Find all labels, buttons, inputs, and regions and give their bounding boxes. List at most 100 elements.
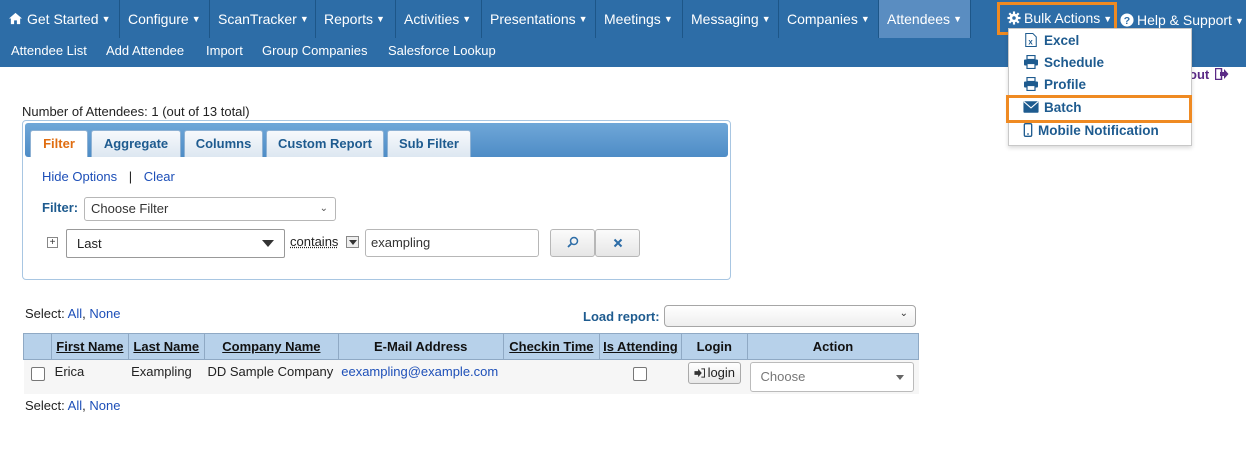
- help-label: Help & Support: [1137, 12, 1232, 28]
- nav-attendees[interactable]: Attendees ▼: [879, 0, 971, 38]
- caret-down-icon: ▼: [1103, 14, 1113, 24]
- bulk-actions-label: Bulk Actions: [1024, 10, 1101, 26]
- nav-label: Meetings: [604, 11, 661, 27]
- cell-last-name: Exampling: [128, 359, 205, 394]
- subnav-salesforce-lookup[interactable]: Salesforce Lookup: [388, 38, 496, 66]
- caret-down-icon: ▼: [761, 14, 771, 24]
- caret-down-icon: ▼: [376, 14, 385, 24]
- cell-login: login: [681, 359, 748, 394]
- action-select[interactable]: Choose: [750, 362, 915, 392]
- caret-down-icon: ▼: [1234, 16, 1244, 26]
- tab-bar: Filter Aggregate Columns Custom Report S…: [25, 123, 728, 157]
- gear-icon: [1007, 11, 1021, 25]
- caret-down-icon: ▼: [299, 14, 309, 24]
- hide-options-link[interactable]: Hide Options: [42, 169, 117, 184]
- bulk-mobile-label: Mobile Notification: [1038, 123, 1159, 138]
- attending-checkbox[interactable]: [633, 367, 648, 381]
- select-all-link[interactable]: All: [68, 398, 82, 413]
- bulk-actions-dropdown: x Excel Schedule Profile Batch Mobile Not…: [1008, 28, 1192, 146]
- remove-filter-button[interactable]: [595, 229, 640, 257]
- caret-down-icon: ▼: [953, 14, 962, 24]
- nav-label: Messaging: [691, 11, 759, 27]
- field-select[interactable]: Last: [66, 229, 285, 258]
- home-icon: [9, 12, 22, 25]
- question-icon: ?: [1120, 13, 1134, 27]
- row-select-cell: [23, 359, 52, 394]
- email-link[interactable]: eexampling@example.com: [341, 364, 498, 379]
- row-checkbox[interactable]: [30, 367, 45, 381]
- tab-custom-report[interactable]: Custom Report: [266, 130, 384, 157]
- filter-value-input[interactable]: exampling: [365, 229, 539, 257]
- nav-configure[interactable]: Configure ▼: [120, 0, 210, 38]
- mobile-icon: [1023, 123, 1033, 137]
- operator-label[interactable]: contains: [290, 234, 338, 249]
- sign-in-icon: [694, 368, 705, 378]
- bulk-profile[interactable]: Profile: [1023, 75, 1086, 95]
- search-button[interactable]: [550, 229, 595, 257]
- nav-scantracker[interactable]: ScanTracker ▼: [210, 0, 316, 38]
- logout-label: out: [1189, 67, 1210, 82]
- attendee-count: Number of Attendees: 1 (out of 13 total): [22, 104, 250, 119]
- nav-meetings[interactable]: Meetings ▼: [596, 0, 683, 38]
- chevron-down-icon: ⌄: [899, 308, 908, 319]
- filter-options-links: Hide Options | Clear: [42, 169, 175, 184]
- attendee-table: First Name Last Name Company Name E-Mail…: [22, 333, 920, 394]
- login-label: login: [707, 365, 736, 380]
- nav-companies[interactable]: Companies ▼: [779, 0, 879, 38]
- cell-first-name: Erica: [51, 359, 129, 394]
- printer-icon: [1024, 77, 1038, 91]
- caret-down-icon: ▼: [462, 14, 472, 24]
- tab-filter[interactable]: Filter: [30, 130, 88, 157]
- select-label: Select:: [25, 398, 65, 413]
- chevron-down-icon: ⌄: [319, 203, 328, 214]
- expand-plus-icon[interactable]: +: [47, 237, 58, 248]
- col-last-name[interactable]: Last Name: [127, 333, 206, 360]
- tab-columns[interactable]: Columns: [184, 130, 263, 157]
- cell-is-attending: [599, 359, 682, 394]
- batch-highlight: [1006, 95, 1192, 123]
- col-checkin-time[interactable]: Checkin Time: [502, 333, 601, 360]
- sign-out-icon: [1214, 67, 1229, 81]
- select-all-top: Select: All, None: [25, 306, 121, 321]
- nav-presentations[interactable]: Presentations ▼: [482, 0, 596, 38]
- select-label: Select:: [25, 306, 65, 321]
- subnav-attendee-list[interactable]: Attendee List: [11, 38, 87, 66]
- bulk-schedule[interactable]: Schedule: [1023, 53, 1104, 73]
- nav-label: Attendees: [887, 11, 951, 27]
- col-email: E-Mail Address: [337, 333, 504, 360]
- action-value: Choose: [760, 369, 806, 384]
- tab-sub-filter[interactable]: Sub Filter: [387, 130, 471, 157]
- cell-action: Choose: [747, 359, 919, 394]
- subnav-add-attendee[interactable]: Add Attendee: [106, 38, 184, 66]
- subnav-group-companies[interactable]: Group Companies: [262, 38, 368, 66]
- load-report-select[interactable]: ⌄: [664, 305, 916, 327]
- bulk-excel-label: Excel: [1044, 33, 1080, 48]
- bulk-schedule-label: Schedule: [1044, 55, 1105, 70]
- nav-reports[interactable]: Reports ▼: [316, 0, 396, 38]
- table-row: Erica Exampling DD Sample Company eexamp…: [23, 359, 919, 394]
- svg-text:?: ?: [1124, 15, 1130, 27]
- col-is-attending[interactable]: Is Attending: [599, 333, 682, 360]
- nav-get-started[interactable]: Get Started ▼: [0, 0, 120, 38]
- choose-filter-value: Choose Filter: [91, 201, 169, 216]
- bulk-excel[interactable]: x Excel: [1023, 31, 1079, 51]
- select-none-link[interactable]: None: [89, 398, 120, 413]
- nav-activities[interactable]: Activities ▼: [396, 0, 482, 38]
- nav-label: Get Started: [27, 11, 99, 27]
- select-none-link[interactable]: None: [89, 306, 120, 321]
- caret-down-icon: ▼: [663, 14, 673, 24]
- clear-link[interactable]: Clear: [144, 169, 175, 184]
- choose-filter-select[interactable]: Choose Filter ⌄: [84, 197, 336, 221]
- tab-aggregate[interactable]: Aggregate: [91, 130, 181, 157]
- col-first-name[interactable]: First Name: [51, 333, 129, 360]
- select-all-link[interactable]: All: [68, 306, 82, 321]
- operator-dropdown-icon[interactable]: [346, 236, 359, 248]
- bulk-mobile-notification[interactable]: Mobile Notification: [1023, 121, 1159, 141]
- subnav-import[interactable]: Import: [206, 38, 243, 66]
- login-button[interactable]: login: [687, 362, 742, 384]
- nav-label: Reports: [324, 11, 374, 27]
- col-company-name[interactable]: Company Name: [204, 333, 339, 360]
- close-icon: [613, 238, 622, 248]
- nav-messaging[interactable]: Messaging ▼: [683, 0, 779, 38]
- logout-link[interactable]: out: [1189, 67, 1229, 82]
